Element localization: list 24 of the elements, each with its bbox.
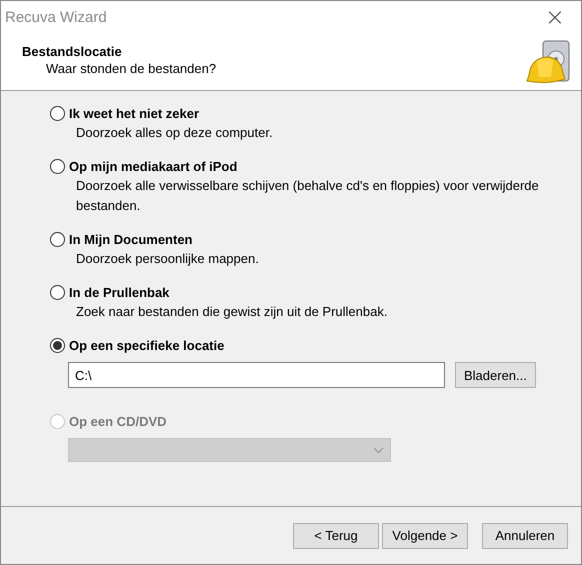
- radio-button[interactable]: [50, 284, 65, 300]
- option-description: Zoek naar bestanden die gewist zijn uit de Prullenbak.: [75, 303, 388, 321]
- wizard-button[interactable]: Annuleren: [482, 522, 568, 548]
- radio-button[interactable]: [50, 338, 65, 352]
- option-label[interactable]: Op mijn mediakaart of iPod: [69, 158, 238, 174]
- wizard-button[interactable]: Volgende >: [382, 522, 468, 548]
- option-label[interactable]: Ik weet het niet zeker: [69, 106, 200, 120]
- browse-button[interactable]: Bladeren...: [455, 362, 536, 388]
- radio-button[interactable]: [50, 106, 65, 120]
- window-title: Recuva Wizard: [5, 8, 107, 26]
- page-subtitle: Waar stonden de bestanden?: [45, 61, 216, 76]
- option-description: Doorzoek alle verwisselbare schijven (behalve cd's en floppies) voor verwijderde bestanden.: [75, 177, 540, 215]
- option-description: Doorzoek persoonlijke mappen.: [75, 250, 260, 268]
- option-label[interactable]: In Mijn Documenten: [69, 232, 192, 246]
- wizard-button[interactable]: < Terug: [293, 522, 379, 548]
- chevron-down-icon: [373, 446, 384, 454]
- close-button[interactable]: ×: [540, 5, 569, 29]
- radio-button[interactable]: [50, 158, 65, 174]
- radio-button[interactable]: [50, 232, 65, 246]
- path-field[interactable]: C:\: [68, 362, 445, 388]
- option-label[interactable]: Op een specifieke locatie: [69, 338, 224, 352]
- page-title: Bestandslocatie: [22, 44, 123, 59]
- option-label[interactable]: In de Prullenbak: [69, 284, 170, 300]
- option-description: Doorzoek alles op deze computer.: [75, 124, 274, 142]
